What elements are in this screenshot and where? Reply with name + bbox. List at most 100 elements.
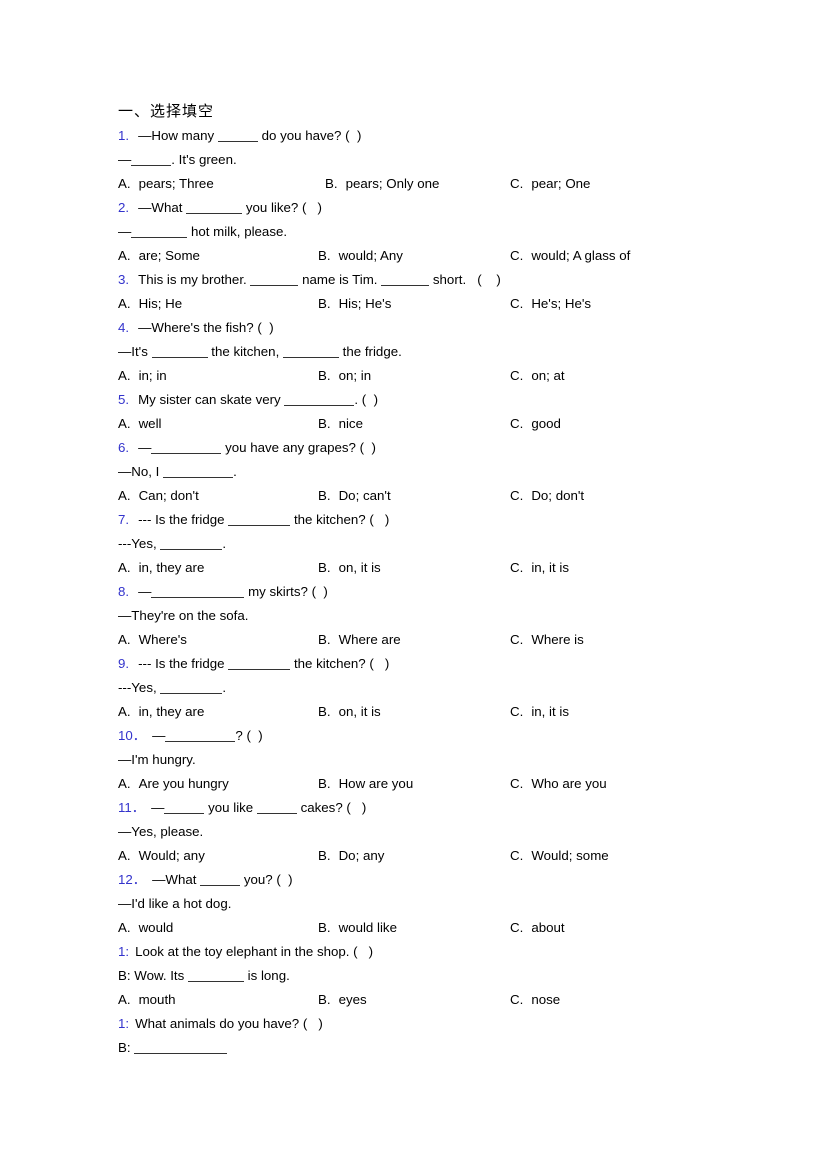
dialogue-speaker-number: 1: xyxy=(118,944,130,959)
option-a-label: A. xyxy=(118,488,131,503)
option-c-text: Who are you xyxy=(531,776,607,791)
option-b-label: B. xyxy=(318,560,331,575)
option-b: B. nice xyxy=(318,412,363,436)
blank-underline xyxy=(282,344,339,358)
option-c: C. would; A glass of xyxy=(510,244,630,268)
document-page: 一、选择填空 1. —How many do you have? ( ) —. I… xyxy=(0,0,826,1169)
option-b-text: would like xyxy=(338,920,397,935)
option-a: A. Can; don't xyxy=(118,484,199,508)
option-c-text: about xyxy=(531,920,565,935)
option-a-text: would xyxy=(138,920,174,935)
option-c-text: good xyxy=(531,416,561,431)
question-text: —Where's the fish? ( ) xyxy=(138,320,274,335)
blank-underline xyxy=(131,224,188,238)
option-a: A. in; in xyxy=(118,364,167,388)
options-row: A. Are you hungry B. How are you C. Who are… xyxy=(118,772,778,796)
option-c-text: nose xyxy=(531,992,561,1007)
option-c-text: Do; don't xyxy=(531,488,585,503)
question-text: —What you like? ( ) xyxy=(138,200,322,215)
blank-underline xyxy=(160,536,223,550)
options-row: A. would B. would like C. about xyxy=(118,916,778,940)
option-b-text: on, it is xyxy=(338,704,381,719)
option-b-label: B. xyxy=(318,368,331,383)
option-a-text: Would; any xyxy=(138,848,205,863)
option-a-label: A. xyxy=(118,992,131,1007)
option-c-label: C. xyxy=(510,560,524,575)
option-c: C. nose xyxy=(510,988,560,1012)
option-b: B. would; Any xyxy=(318,244,403,268)
options-row: A. in, they are B. on, it is C. in, it is xyxy=(118,700,778,724)
option-c-text: on; at xyxy=(531,368,565,383)
question-line: 12． —What you? ( ) xyxy=(118,868,778,892)
dialogue-text: What animals do you have? ( ) xyxy=(135,1016,323,1031)
question-text: — you like cakes? ( ) xyxy=(151,800,367,815)
question-line: 10． —? ( ) xyxy=(118,724,778,748)
option-a-label: A. xyxy=(118,368,131,383)
question-text: —How many do you have? ( ) xyxy=(138,128,362,143)
option-a-text: in; in xyxy=(138,368,167,383)
option-a-text: well xyxy=(138,416,162,431)
option-b-label: B. xyxy=(318,704,331,719)
blank-underline xyxy=(200,872,241,886)
option-c-text: in, it is xyxy=(531,560,569,575)
options-row: A. His; He B. His; He's C. He's; He's xyxy=(118,292,778,316)
options-row: A. Would; any B. Do; any C. Would; some xyxy=(118,844,778,868)
option-c-label: C. xyxy=(510,296,524,311)
option-c-label: C. xyxy=(510,776,524,791)
option-a-text: are; Some xyxy=(138,248,200,263)
blank-underline xyxy=(151,440,222,454)
question-line: 8. — my skirts? ( ) xyxy=(118,580,778,604)
option-b-text: would; Any xyxy=(338,248,403,263)
option-b-text: on, it is xyxy=(338,560,381,575)
option-b-label: B. xyxy=(318,992,331,1007)
option-a: A. Where's xyxy=(118,628,187,652)
question-number: 9. xyxy=(118,656,130,671)
option-a-label: A. xyxy=(118,704,131,719)
options-row: A. in, they are B. on, it is C. in, it is xyxy=(118,556,778,580)
option-a-text: Can; don't xyxy=(138,488,199,503)
option-a-label: A. xyxy=(118,176,131,191)
blank-underline xyxy=(256,800,297,814)
question-number: 2. xyxy=(118,200,130,215)
options-row: A. well B. nice C. good xyxy=(118,412,778,436)
option-c-label: C. xyxy=(510,848,524,863)
option-c: C. pear; One xyxy=(510,172,590,196)
option-c-text: in, it is xyxy=(531,704,569,719)
option-b-text: eyes xyxy=(338,992,367,1007)
question-continuation: —I'm hungry. xyxy=(118,752,196,767)
option-a-text: Are you hungry xyxy=(138,776,229,791)
option-c: C. Do; don't xyxy=(510,484,584,508)
option-b: B. How are you xyxy=(318,772,413,796)
option-c-text: He's; He's xyxy=(531,296,592,311)
option-b: B. would like xyxy=(318,916,397,940)
option-c: C. Would; some xyxy=(510,844,609,868)
question-number: 8. xyxy=(118,584,130,599)
option-a-label: A. xyxy=(118,416,131,431)
question-text: — you have any grapes? ( ) xyxy=(138,440,376,455)
option-a-text: His; He xyxy=(138,296,183,311)
question-line: 6. — you have any grapes? ( ) xyxy=(118,436,778,460)
question-continuation: —No, I . xyxy=(118,464,237,479)
option-b-text: Do; can't xyxy=(338,488,391,503)
option-c-label: C. xyxy=(510,632,524,647)
question-line: 11． — you like cakes? ( ) xyxy=(118,796,778,820)
option-c: C. good xyxy=(510,412,561,436)
section-heading: 一、选择填空 xyxy=(118,102,215,120)
options-row: A. are; Some B. would; Any C. would; A glas… xyxy=(118,244,778,268)
options-row: A. pears; Three B. pears; Only one C. pear;… xyxy=(118,172,778,196)
option-c-label: C. xyxy=(510,176,524,191)
option-b: B. eyes xyxy=(318,988,367,1012)
question-text: — my skirts? ( ) xyxy=(138,584,328,599)
option-a-text: in, they are xyxy=(138,560,205,575)
option-b-label: B. xyxy=(318,488,331,503)
blank-underline xyxy=(165,728,236,742)
question-line: 7. --- Is the fridge the kitchen? ( ) xyxy=(118,508,778,532)
question-continuation: —. It's green. xyxy=(118,152,237,167)
question-number: 3. xyxy=(118,272,130,287)
question-text: —? ( ) xyxy=(152,728,263,743)
option-a-text: in, they are xyxy=(138,704,205,719)
question-continuation: ---Yes, . xyxy=(118,536,227,551)
option-a-label: A. xyxy=(118,848,131,863)
question-line: 9. --- Is the fridge the kitchen? ( ) xyxy=(118,652,778,676)
dialogue-line: 1: Look at the toy elephant in the shop. … xyxy=(118,940,778,964)
